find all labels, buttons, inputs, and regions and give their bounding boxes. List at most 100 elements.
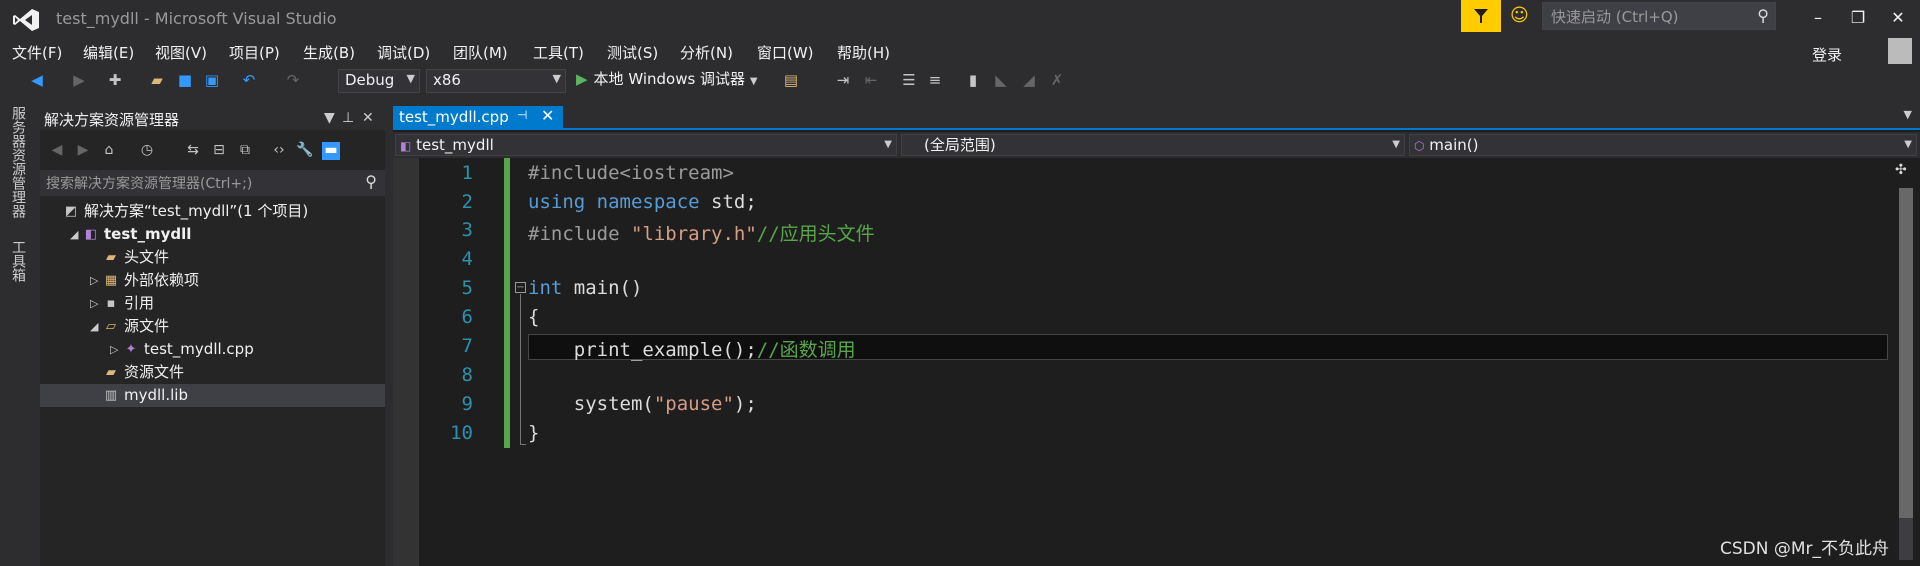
close-button[interactable]: ✕ — [1880, 4, 1916, 32]
notifications-button[interactable] — [1461, 0, 1501, 32]
previous-bookmark-icon[interactable]: ◣ — [992, 71, 1010, 89]
preview-selected-icon[interactable]: ▬ — [322, 142, 340, 160]
server-explorer-tab[interactable]: 服务器资源管理器 — [8, 106, 28, 218]
menu-edit[interactable]: 编辑(E) — [83, 42, 134, 63]
properties-icon[interactable]: 🔧 — [296, 142, 314, 160]
menu-test[interactable]: 测试(S) — [607, 42, 658, 63]
menu-project[interactable]: 项目(P) — [229, 42, 280, 63]
line-number: 4 — [461, 248, 473, 270]
tree-item-label: 源文件 — [124, 317, 170, 335]
code-editor[interactable]: 1 2 3 4 5 6 7 8 9 10 − #include<iostream… — [393, 158, 1893, 566]
menu-analyze[interactable]: 分析(N) — [680, 42, 733, 63]
solution-explorer-search-input[interactable]: 搜索解决方案资源管理器(Ctrl+;) ⚲ — [40, 170, 385, 196]
close-icon[interactable]: ✕ — [362, 110, 374, 126]
navigate-forward-icon[interactable]: ▶ — [70, 71, 88, 89]
start-debugging-button[interactable]: ▶ 本地 Windows 调试器 ▼ — [576, 68, 758, 89]
menu-help[interactable]: 帮助(H) — [837, 42, 890, 63]
open-file-icon[interactable]: ▰ — [148, 71, 166, 89]
feedback-smiley-icon[interactable]: ☺ — [1510, 5, 1530, 26]
back-icon[interactable]: ◀ — [48, 142, 66, 160]
tree-item[interactable]: ▷ ▦ 外部依赖项 — [40, 269, 385, 292]
home-icon[interactable]: ⌂ — [100, 142, 118, 160]
comment-lines-icon[interactable]: ☰ — [900, 71, 918, 89]
forward-icon[interactable]: ▶ — [74, 142, 92, 160]
vertical-scrollbar[interactable] — [1893, 158, 1920, 566]
navigate-back-icon[interactable]: ◀ — [28, 71, 46, 89]
pin-icon[interactable]: ⊥ — [342, 110, 354, 126]
tree-item[interactable]: ◢ ▱ 源文件 — [40, 315, 385, 338]
find-in-files-icon[interactable]: ▤ — [782, 71, 800, 89]
collapse-all-icon[interactable]: ⊟ — [210, 142, 228, 160]
chevron-down-icon: ▼ — [1392, 139, 1400, 150]
code-line-5: int main() — [528, 277, 642, 299]
step-outdent-icon[interactable]: ⇤ — [862, 71, 880, 89]
login-link[interactable]: 登录 — [1812, 44, 1842, 65]
panel-menu-icon[interactable]: ▼ — [324, 110, 335, 126]
global-scope-select[interactable]: (全局范围) ▼ — [901, 134, 1405, 156]
external-deps-icon: ▦ — [104, 273, 118, 288]
code-line-10: } — [528, 422, 539, 444]
menu-team[interactable]: 团队(M) — [453, 42, 508, 63]
redo-icon[interactable]: ↷ — [284, 71, 302, 89]
collapse-arrow-icon[interactable]: ◢ — [70, 223, 82, 246]
restore-button[interactable]: ❐ — [1840, 4, 1876, 32]
scrollbar-thumb[interactable] — [1899, 188, 1913, 518]
view-code-icon[interactable]: ‹› — [270, 142, 288, 160]
tab-test-mydll-cpp[interactable]: test_mydll.cpp ⊣ ✕ — [393, 106, 563, 130]
new-project-icon[interactable]: ✚ — [106, 71, 124, 89]
line-number: 8 — [461, 364, 473, 386]
step-indent-icon[interactable]: ⇥ — [834, 71, 852, 89]
undo-icon[interactable]: ↶ — [240, 71, 258, 89]
toolbox-tab[interactable]: 工具箱 — [8, 240, 28, 282]
expand-arrow-icon[interactable]: ▷ — [90, 269, 102, 292]
solution-platform-select[interactable]: x86 ▼ — [426, 69, 566, 93]
save-icon[interactable]: ■ — [176, 71, 194, 89]
search-icon: ⚲ — [365, 172, 377, 191]
sync-icon[interactable]: ⇆ — [184, 142, 202, 160]
tree-item[interactable]: ▷ ▪ 引用 — [40, 292, 385, 315]
pin-tab-icon[interactable]: ⊣ — [517, 108, 527, 122]
bookmark-icon[interactable]: ▮ — [964, 71, 982, 89]
uncomment-lines-icon[interactable]: ≡ — [926, 71, 944, 89]
tree-item[interactable]: ▥ mydll.lib — [40, 384, 385, 407]
tree-item-label: 头文件 — [124, 248, 170, 266]
indicator-margin — [393, 158, 419, 566]
project-scope-select[interactable]: ◧ test_mydll ▼ — [395, 134, 897, 156]
collapse-arrow-icon[interactable]: ◢ — [90, 315, 102, 338]
quick-launch-input[interactable]: 快速启动 (Ctrl+Q) ⚲ — [1542, 2, 1776, 30]
clear-bookmarks-icon[interactable]: ✗ — [1048, 71, 1066, 89]
line-number: 5 — [461, 277, 473, 299]
close-tab-icon[interactable]: ✕ — [541, 106, 554, 125]
tree-item[interactable]: ▷ ✦ test_mydll.cpp — [40, 338, 385, 361]
menu-build[interactable]: 生成(B) — [303, 42, 355, 63]
member-select[interactable]: ⬡ main() ▼ — [1409, 134, 1917, 156]
menu-file[interactable]: 文件(F) — [12, 42, 62, 63]
tree-item[interactable]: ▰ 资源文件 — [40, 361, 385, 384]
search-icon: ⚲ — [1757, 6, 1769, 25]
folder-icon: ▰ — [106, 365, 116, 380]
cpp-project-icon: ◧ — [84, 227, 98, 242]
tree-item[interactable]: ◩ 解决方案“test_mydll”(1 个项目) — [40, 200, 385, 223]
pending-changes-filter-icon[interactable]: ◷ — [138, 142, 156, 160]
split-window-icon[interactable]: ✣ — [1895, 162, 1907, 178]
menu-window[interactable]: 窗口(W) — [757, 42, 814, 63]
change-tracking-bar — [504, 158, 510, 448]
expand-arrow-icon[interactable]: ▷ — [110, 338, 122, 361]
title-bar: test_mydll - Microsoft Visual Studio ☺ 快… — [0, 0, 1920, 40]
save-all-icon[interactable]: ▣ — [203, 71, 221, 89]
account-avatar-icon[interactable] — [1888, 38, 1912, 64]
menu-debug[interactable]: 调试(D) — [377, 42, 430, 63]
tree-item[interactable]: ◢ ◧ test_mydll — [40, 223, 385, 246]
minimize-button[interactable]: – — [1800, 4, 1836, 32]
show-all-files-icon[interactable]: ⧉ — [236, 142, 254, 160]
side-tool-strip: 服务器资源管理器 工具箱 — [0, 104, 30, 566]
tab-overflow-chevron-icon[interactable]: ▼ — [1904, 108, 1912, 121]
tree-item[interactable]: ▰ 头文件 — [40, 246, 385, 269]
collapse-region-icon[interactable]: − — [515, 282, 526, 293]
menu-tools[interactable]: 工具(T) — [533, 42, 584, 63]
next-bookmark-icon[interactable]: ◢ — [1020, 71, 1038, 89]
menu-view[interactable]: 视图(V) — [155, 42, 207, 63]
solution-configuration-select[interactable]: Debug ▼ — [338, 69, 420, 93]
comment: //函数调用 — [756, 339, 856, 361]
expand-arrow-icon[interactable]: ▷ — [90, 292, 102, 315]
